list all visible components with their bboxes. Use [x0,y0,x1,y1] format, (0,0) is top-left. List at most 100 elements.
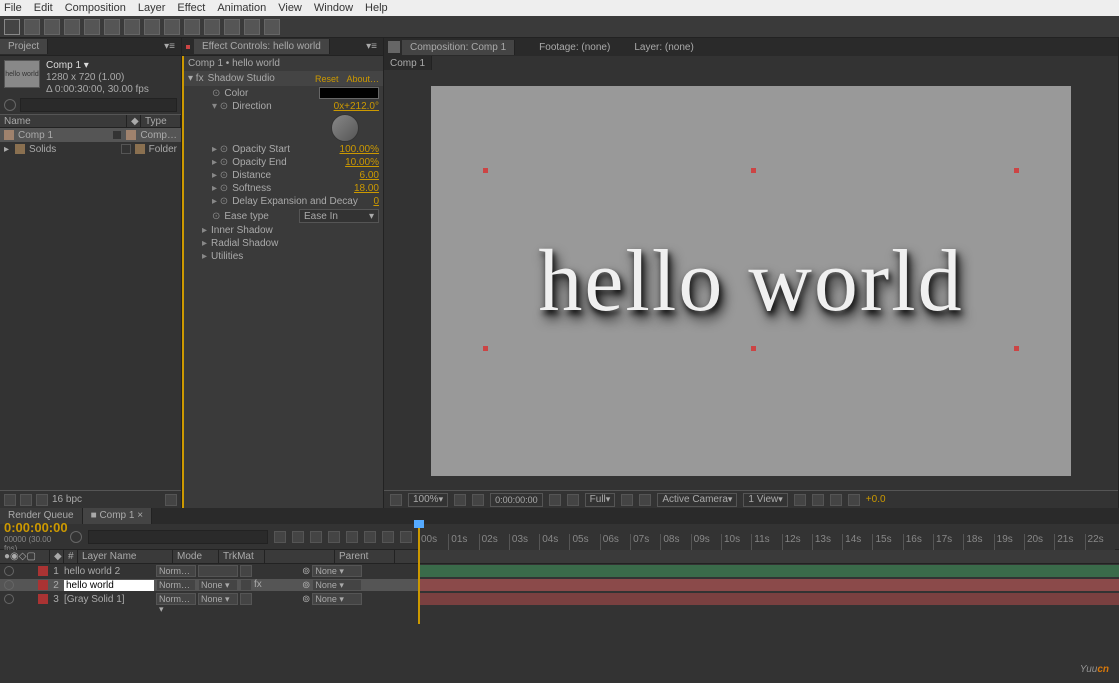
composition-viewer[interactable]: hello world [384,72,1118,490]
trkmat-dropdown[interactable]: None ▾ [198,593,238,605]
layer-track[interactable] [418,564,1119,578]
col-num[interactable]: # [64,550,78,563]
timeline-layer-row[interactable]: 2hello worldNorm… ▾None ▾fx⊚None ▾ [0,578,1119,592]
interpret-icon[interactable] [4,494,16,506]
panel-menu-icon[interactable]: ▾≡ [360,41,383,52]
pixel-aspect-icon[interactable] [794,494,806,506]
group-inner-shadow[interactable]: Inner Shadow [211,225,273,236]
layer-bar[interactable] [418,593,1119,605]
new-comp-icon[interactable] [36,494,48,506]
project-item-folder[interactable]: ▸ Solids Folder [0,142,181,156]
value-softness[interactable]: 18.00 [354,183,379,194]
hand-tool-icon[interactable] [24,19,40,35]
frameblend-icon[interactable] [328,531,340,543]
comp-subtab[interactable]: Comp 1 [384,56,432,70]
menu-file[interactable]: File [4,2,22,14]
transform-handle[interactable] [1014,346,1019,351]
menu-help[interactable]: Help [365,2,388,14]
switch-icon[interactable] [240,579,252,591]
project-search-input[interactable] [20,98,177,112]
label-color[interactable] [38,580,48,590]
zoom-tool-icon[interactable] [44,19,60,35]
layer-track[interactable] [418,592,1119,606]
blend-mode-dropdown[interactable]: Norm… ▾ [156,579,196,591]
value-delay[interactable]: 0 [373,196,379,207]
group-utilities[interactable]: Utilities [211,251,243,262]
layer-name[interactable]: [Gray Solid 1] [64,594,154,605]
reset-button[interactable]: Reset [315,74,339,84]
timeline-layer-row[interactable]: 1hello world 2Norm… ▾ ⊚None ▾ [0,564,1119,578]
transform-handle[interactable] [1014,168,1019,173]
transform-handle[interactable] [751,346,756,351]
about-button[interactable]: About… [346,74,379,84]
col-label-icon[interactable]: ◆ [127,115,141,127]
switch-icon[interactable] [240,593,252,605]
pan-behind-tool-icon[interactable] [104,19,120,35]
menu-edit[interactable]: Edit [34,2,53,14]
transparency-icon[interactable] [639,494,651,506]
layer-name[interactable]: hello world [64,580,154,591]
timeline-comp-tab[interactable]: ■ Comp 1 × [83,508,152,524]
rotate-tool-icon[interactable] [64,19,80,35]
effect-header[interactable]: ▾ fx Shadow Studio Reset About… [184,71,383,86]
col-type[interactable]: Type [141,115,181,127]
blend-mode-dropdown[interactable]: Norm… ▾ [156,565,196,577]
visibility-toggle[interactable] [4,594,14,604]
visibility-toggle[interactable] [4,566,14,576]
visibility-toggle[interactable] [4,580,14,590]
blend-mode-dropdown[interactable]: Norm… ▾ [156,593,196,605]
transform-handle[interactable] [483,346,488,351]
layer-bar[interactable] [418,579,1119,591]
shy-icon[interactable] [310,531,322,543]
direction-dial[interactable] [331,114,359,142]
switch-icon[interactable] [240,565,252,577]
col-parent[interactable]: Parent [335,550,395,563]
trkmat-dropdown[interactable]: None ▾ [198,579,238,591]
col-trkmat[interactable]: TrkMat [219,550,265,563]
timeline-layer-row[interactable]: 3[Gray Solid 1]Norm… ▾None ▾⊚None ▾ [0,592,1119,606]
view-dropdown[interactable]: 1 View ▾ [743,493,787,507]
res-icon[interactable] [454,494,466,506]
layer-search-input[interactable] [88,530,268,544]
parent-dropdown[interactable]: None ▾ [312,579,362,591]
layer-track[interactable] [418,578,1119,592]
zoom-dropdown[interactable]: 100% ▾ [408,493,448,507]
parent-dropdown[interactable]: None ▾ [312,565,362,577]
project-tab[interactable]: Project [0,39,48,54]
roto-tool-icon[interactable] [244,19,260,35]
snapshot-icon[interactable] [549,494,561,506]
layer-bar[interactable] [418,565,1119,577]
layer-name[interactable]: hello world 2 [64,566,154,577]
canvas[interactable]: hello world [431,86,1071,476]
label-swatch[interactable] [121,144,131,154]
panel-menu-icon[interactable]: ▾≡ [158,41,181,52]
exposure-value[interactable]: +0.0 [866,494,886,505]
comp-mini-icon[interactable] [274,531,286,543]
parent-pickwhip-icon[interactable]: ⊚ [302,594,310,605]
trash-icon[interactable] [165,494,177,506]
time-ruler[interactable]: 00s01s02s03s04s05s06s07s08s09s10s11s12s1… [418,524,1115,550]
playhead[interactable] [418,524,420,624]
mask-icon[interactable] [472,494,484,506]
camera-tool-icon[interactable] [84,19,100,35]
transform-handle[interactable] [751,168,756,173]
channel-icon[interactable] [567,494,579,506]
menu-window[interactable]: Window [314,2,353,14]
effect-controls-tab[interactable]: Effect Controls: hello world [194,39,330,54]
menu-composition[interactable]: Composition [65,2,126,14]
layer-search-icon[interactable] [70,531,82,543]
color-swatch[interactable] [319,87,379,99]
value-direction[interactable]: 0x+212.0° [334,101,379,112]
text-tool-icon[interactable] [164,19,180,35]
transform-handle[interactable] [483,168,488,173]
roi-icon[interactable] [621,494,633,506]
flowchart-icon[interactable] [848,494,860,506]
label-swatch[interactable] [112,130,122,140]
mask-tool-icon[interactable] [124,19,140,35]
graph-icon[interactable] [400,531,412,543]
clone-tool-icon[interactable] [204,19,220,35]
menu-view[interactable]: View [278,2,302,14]
motionblur-icon[interactable] [346,531,358,543]
menu-effect[interactable]: Effect [177,2,205,14]
label-color[interactable] [38,566,48,576]
